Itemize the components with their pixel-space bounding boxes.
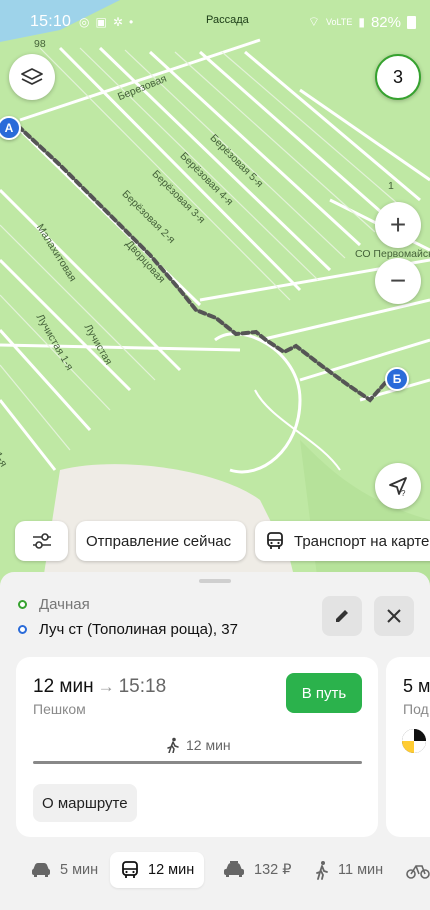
gallery-icon: ▣ xyxy=(95,15,107,29)
notification-icons: ◎ ▣ ✲ • xyxy=(79,15,133,29)
zoom-in-button[interactable]: + xyxy=(375,202,421,248)
layers-button[interactable] xyxy=(9,54,55,100)
wifi-icon: ⌔ xyxy=(307,14,320,29)
car-icon xyxy=(32,863,50,877)
arrow-right-icon: → xyxy=(97,677,115,696)
walk-segment: 12 мин xyxy=(166,737,231,753)
status-time: 15:10 xyxy=(30,13,72,30)
taxi-icon xyxy=(224,861,244,877)
route-progress-bar xyxy=(33,761,362,764)
taxi-logo-icon xyxy=(402,729,426,753)
settings-gear-icon: ✲ xyxy=(112,15,123,29)
tab-bike[interactable] xyxy=(398,852,430,888)
tab-taxi[interactable]: 132 ₽ xyxy=(212,852,301,888)
route-duration: 12 мин xyxy=(33,676,94,697)
departure-label: Отправление сейчас xyxy=(86,532,232,550)
from-label: Дачная xyxy=(39,596,90,613)
house-number: 1 xyxy=(388,180,394,192)
tab-label: 5 мин xyxy=(60,862,99,878)
route-duration-row: 12 мин → 15:18 xyxy=(33,676,166,698)
map-view[interactable]: Березовая Берёзовая 5-я Берёзовая 4-я Бе… xyxy=(0,0,430,600)
transport-tabs: 5 мин 12 мин 132 ₽ 11 мин xyxy=(0,852,430,892)
my-location-button[interactable]: ? xyxy=(375,463,421,509)
route-option-card-next[interactable]: 5 м Под xyxy=(386,657,430,837)
tab-transit[interactable]: 12 мин xyxy=(110,852,205,888)
signal-icon: ▮ xyxy=(358,15,365,29)
sheet-handle[interactable] xyxy=(199,579,231,583)
close-route-button[interactable] xyxy=(374,596,414,636)
from-dot-icon xyxy=(18,600,27,609)
bus-icon xyxy=(267,532,283,549)
status-right: ⌔ VoLTE ▮ 82% xyxy=(308,14,416,31)
tab-label: 132 ₽ xyxy=(254,862,292,878)
arrival-time: 15:18 xyxy=(118,676,167,697)
layers-icon xyxy=(21,68,43,85)
route-settings-button[interactable] xyxy=(15,521,68,561)
pencil-icon xyxy=(336,610,348,622)
volte-label: VoLTE xyxy=(326,17,353,27)
battery-percent: 82% xyxy=(370,13,401,31)
route-mode: Пешком xyxy=(33,701,86,717)
transport-label: Транспорт на карте xyxy=(294,532,430,550)
to-dot-icon xyxy=(18,625,27,634)
status-bar: 15:10 ◎ ▣ ✲ • Рассада ⌔ VoLTE ▮ 82% xyxy=(0,0,430,44)
next-duration: 5 м xyxy=(403,676,430,696)
edit-route-button[interactable] xyxy=(322,596,362,636)
tab-label: 12 мин xyxy=(148,862,195,878)
transport-on-map-chip[interactable]: Транспорт на карте xyxy=(255,521,430,561)
svg-text:?: ? xyxy=(401,489,406,498)
walk-time: 12 мин xyxy=(186,737,231,753)
walk-icon xyxy=(167,737,179,753)
route-to[interactable]: Луч ст (Тополиная роща), 37 xyxy=(18,621,238,638)
navigation-arrow-icon: ? xyxy=(389,477,407,498)
route-from[interactable]: Дачная xyxy=(18,596,90,613)
bus-icon xyxy=(122,861,138,878)
count-badge-button[interactable]: 3 xyxy=(375,54,421,100)
whatsapp-icon: ◎ xyxy=(79,15,90,29)
start-route-button[interactable]: В путь xyxy=(286,673,362,713)
map-canvas xyxy=(0,0,430,600)
end-marker[interactable]: Б xyxy=(385,367,409,391)
departure-time-chip[interactable]: Отправление сейчас xyxy=(76,521,246,561)
next-mode: Под xyxy=(403,701,429,717)
zoom-out-button[interactable]: − xyxy=(375,258,421,304)
close-icon xyxy=(387,609,401,623)
about-route-button[interactable]: О маршруте xyxy=(33,784,137,822)
app-root: Березовая Берёзовая 5-я Берёзовая 4-я Бе… xyxy=(0,0,430,910)
carrier-label: Рассада xyxy=(206,14,249,26)
minus-icon: − xyxy=(389,265,407,296)
to-label: Луч ст (Тополиная роща), 37 xyxy=(39,621,238,638)
filter-sliders-icon xyxy=(32,533,51,549)
dot-icon: • xyxy=(128,15,134,29)
plus-icon: + xyxy=(389,209,407,240)
tab-car[interactable]: 5 мин xyxy=(20,852,108,888)
walk-icon xyxy=(316,861,328,880)
route-option-card[interactable]: 12 мин → 15:18 Пешком В путь 12 мин О ма… xyxy=(16,657,378,837)
bike-icon xyxy=(406,865,430,879)
tab-label: 11 мин xyxy=(338,862,384,878)
battery-icon xyxy=(407,15,416,29)
tab-walk[interactable]: 11 мин xyxy=(304,852,393,888)
